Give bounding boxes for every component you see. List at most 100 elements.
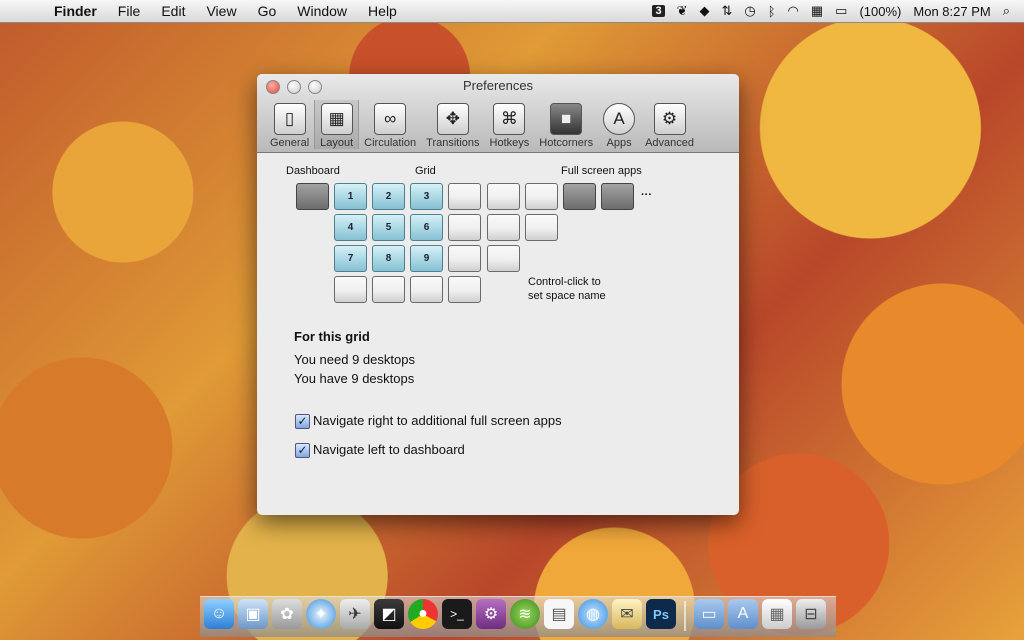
empty-grid-tile[interactable] (487, 183, 520, 210)
spotlight-search-icon[interactable]: ⌕ (1003, 3, 1010, 19)
menu-help[interactable]: Help (368, 3, 397, 19)
tab-transitions[interactable]: ✥ Transitions (421, 100, 484, 149)
fullscreen-apps-label: Full screen apps (561, 165, 642, 177)
navigate-left-label[interactable]: Navigate left to dashboard (313, 442, 465, 457)
space-number-badge[interactable]: 3 (652, 5, 665, 17)
chrome-icon[interactable]: ● (408, 599, 438, 629)
textedit-icon[interactable]: ▤ (544, 599, 574, 629)
title-bar: Preferences ▯ General ▦ Layout ∞ Circula… (257, 74, 739, 153)
system-prefs-icon[interactable]: ⚙ (476, 599, 506, 629)
space-tile-5[interactable]: 5 (372, 214, 405, 241)
photoshop-icon[interactable]: Ps (646, 599, 676, 629)
navigate-left-checkbox[interactable]: ✓ (295, 443, 310, 458)
empty-grid-tile[interactable] (487, 245, 520, 272)
desktops-have-text: You have 9 desktops (294, 371, 415, 386)
wifi-icon[interactable]: ◠ (788, 3, 799, 19)
dock: ☺ ▣ ✿ ✦ ✈ ◩ ● >_ ⚙ ≋ ▤ ◍ ✉ Ps ▭ A ▦ ⊟ (200, 596, 836, 637)
screen-icon: ■ (550, 103, 583, 135)
tab-general[interactable]: ▯ General (265, 100, 314, 149)
empty-grid-tile[interactable] (410, 276, 443, 303)
empty-grid-tile[interactable] (448, 276, 481, 303)
messages-icon[interactable]: ◍ (578, 599, 608, 629)
control-click-hint-line2: set space name (528, 290, 606, 302)
empty-grid-tile[interactable] (334, 276, 367, 303)
menu-file[interactable]: File (118, 3, 141, 19)
empty-grid-tile[interactable] (372, 276, 405, 303)
space-tile-8[interactable]: 8 (372, 245, 405, 272)
spotify-icon[interactable]: ≋ (510, 599, 540, 629)
dropbox-icon[interactable]: ◆ (699, 3, 709, 19)
xcode-icon[interactable]: ✈ (340, 599, 370, 629)
dashboard-space-tile[interactable] (296, 183, 329, 210)
space-tile-1[interactable]: 1 (334, 183, 367, 210)
time-machine-icon[interactable]: ◷ (744, 3, 755, 19)
tab-label: Hotcorners (539, 137, 594, 149)
dashboard-label: Dashboard (286, 165, 340, 177)
switch-icon: ▯ (273, 103, 306, 135)
menu-go[interactable]: Go (258, 3, 277, 19)
terminal-icon[interactable]: >_ (442, 599, 472, 629)
window-title: Preferences (462, 78, 534, 93)
screenshot-icon[interactable]: ◩ (374, 599, 404, 629)
loop-icon: ∞ (374, 103, 407, 135)
menu-finder[interactable]: Finder (54, 3, 97, 19)
status-area: 3 ❦ ◆ ⇅ ◷ ᛒ ◠ ▦ ▭ (100%) Mon 8:27 PM ⌕ (652, 0, 1010, 22)
empty-grid-tile[interactable] (448, 183, 481, 210)
empty-grid-tile[interactable] (525, 183, 558, 210)
battery-percent[interactable]: (100%) (859, 4, 901, 19)
preview-icon[interactable]: ▣ (238, 599, 268, 629)
menu-window[interactable]: Window (297, 3, 347, 19)
layout-panel: Dashboard Grid Full screen apps 1 2 3 ··… (257, 153, 739, 515)
tab-label: Apps (606, 137, 632, 149)
command-key-icon: ⌘ (493, 103, 526, 135)
preferences-window: Preferences ▯ General ▦ Layout ∞ Circula… (257, 74, 739, 515)
documents-icon[interactable]: ▦ (762, 599, 792, 629)
space-tile-2[interactable]: 2 (372, 183, 405, 210)
grid-summary-heading: For this grid (294, 329, 370, 344)
empty-grid-tile[interactable] (525, 214, 558, 241)
menu-clock[interactable]: Mon 8:27 PM (913, 4, 990, 19)
tab-label: Hotkeys (489, 137, 530, 149)
space-tile-3[interactable]: 3 (410, 183, 443, 210)
menu-view[interactable]: View (206, 3, 236, 19)
dock-separator (684, 601, 686, 631)
mail-icon[interactable]: ✉ (612, 599, 642, 629)
tab-label: Layout (320, 137, 354, 149)
navigate-right-checkbox[interactable]: ✓ (295, 414, 310, 429)
tab-hotcorners[interactable]: ■ Hotcorners (534, 100, 598, 149)
tab-label: General (270, 137, 310, 149)
tab-circulation[interactable]: ∞ Circulation (359, 100, 421, 149)
photos-icon[interactable]: ✿ (272, 599, 302, 629)
folder-icon[interactable]: ▭ (694, 599, 724, 629)
fullscreen-app-tile[interactable] (563, 183, 596, 210)
tab-hotkeys[interactable]: ⌘ Hotkeys (485, 100, 535, 149)
desktops-needed-text: You need 9 desktops (294, 352, 415, 367)
bluetooth-icon[interactable]: ᛒ (768, 4, 776, 19)
navigate-right-label[interactable]: Navigate right to additional full screen… (313, 413, 562, 428)
sync-icon[interactable]: ⇅ (721, 3, 732, 19)
input-menu-icon[interactable]: ▦ (811, 3, 823, 19)
space-tile-6[interactable]: 6 (410, 214, 443, 241)
empty-grid-tile[interactable] (448, 245, 481, 272)
tab-apps[interactable]: A Apps (598, 100, 640, 149)
tab-layout[interactable]: ▦ Layout (314, 100, 360, 149)
battery-icon[interactable]: ▭ (835, 3, 847, 19)
trash-icon[interactable]: ⊟ (796, 599, 826, 629)
tab-advanced[interactable]: ⚙ Advanced (640, 100, 699, 149)
evernote-icon[interactable]: ❦ (677, 3, 688, 19)
tab-label: Circulation (364, 137, 417, 149)
gear-icon: ⚙ (653, 103, 686, 135)
space-tile-9[interactable]: 9 (410, 245, 443, 272)
grid-label: Grid (415, 165, 436, 177)
space-tile-7[interactable]: 7 (334, 245, 367, 272)
applications-icon[interactable]: A (728, 599, 758, 629)
safari-icon[interactable]: ✦ (306, 599, 336, 629)
menu-edit[interactable]: Edit (161, 3, 185, 19)
empty-grid-tile[interactable] (487, 214, 520, 241)
empty-grid-tile[interactable] (448, 214, 481, 241)
finder-icon[interactable]: ☺ (204, 599, 234, 629)
more-fullscreen-ellipsis: ··· (641, 189, 652, 201)
control-click-hint-line1: Control-click to (528, 276, 601, 288)
fullscreen-app-tile[interactable] (601, 183, 634, 210)
space-tile-4[interactable]: 4 (334, 214, 367, 241)
